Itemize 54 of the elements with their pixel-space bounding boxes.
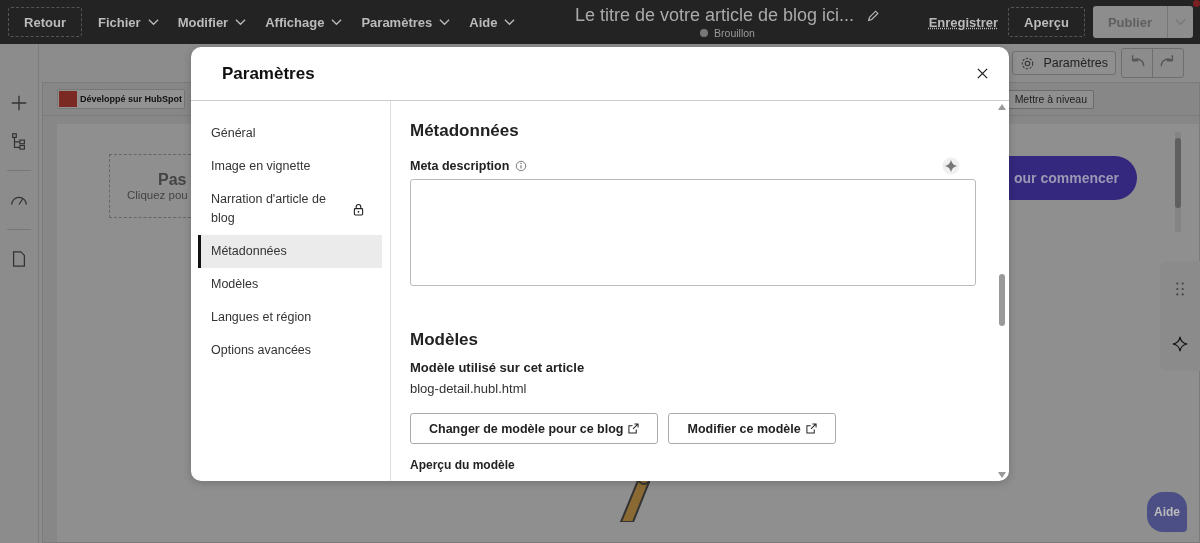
external-link-button[interactable]: Modifier ce modèle	[668, 413, 836, 444]
settings-nav-item[interactable]: Options avancées	[198, 334, 382, 367]
close-icon[interactable]	[976, 67, 989, 80]
settings-nav-item[interactable]: Général	[198, 117, 382, 150]
settings-nav-item[interactable]: Langues et région	[198, 301, 382, 334]
external-link-icon	[628, 423, 640, 434]
placeholder-title: Pas	[158, 171, 187, 189]
dialog-title: Paramètres	[222, 63, 315, 84]
pencil-icon[interactable]	[866, 8, 881, 23]
placeholder-text: Cliquez pou	[127, 189, 188, 201]
plus-icon[interactable]	[10, 94, 28, 112]
status-dot-icon	[700, 29, 709, 37]
sparkle-icon[interactable]	[942, 157, 960, 175]
info-icon[interactable]	[515, 160, 528, 172]
menu-item[interactable]: Modifier	[169, 14, 255, 30]
article-title[interactable]: Le titre de votre article de blog ici...	[574, 5, 855, 26]
chevron-icon	[439, 18, 451, 26]
settings-nav-item[interactable]: Métadonnées	[198, 235, 382, 268]
settings-nav-item[interactable]: Modèles	[198, 268, 382, 301]
logo-icon	[59, 91, 77, 107]
chevron-icon	[147, 18, 159, 26]
template-file-name: blog-detail.hubl.html	[410, 381, 528, 396]
chevron-icon	[504, 18, 516, 26]
settings-nav-item[interactable]: Image en vignette	[198, 150, 382, 183]
settings-nav-item[interactable]: Narration d'article de blog	[198, 183, 382, 235]
template-preview-label: Aperçu du modèle	[410, 458, 516, 472]
hubspot-badge[interactable]: Développé sur HubSpot	[57, 89, 185, 109]
meta-description-field[interactable]	[410, 179, 976, 286]
section-heading: Modèles	[410, 330, 480, 350]
chevron-icon	[235, 18, 247, 26]
gear-icon	[1020, 55, 1036, 71]
external-link-button[interactable]: Changer de modèle pour ce blog	[410, 413, 659, 444]
template-label: Modèle utilisé sur cet article	[410, 360, 586, 375]
sparkle-icon[interactable]	[1171, 334, 1189, 353]
help-button[interactable]: Aide	[1147, 492, 1187, 532]
settings-button[interactable]: Paramètres	[1012, 51, 1116, 75]
external-link-icon	[805, 423, 817, 434]
menu-item[interactable]: Fichier	[90, 14, 167, 30]
tree-icon[interactable]	[10, 132, 28, 150]
chevron-icon	[331, 18, 343, 26]
menu-item[interactable]: Aide	[461, 14, 524, 30]
save-link[interactable]: Enregistrer	[928, 14, 998, 30]
field-label: Meta description	[410, 159, 510, 173]
menu-item[interactable]: Paramètres	[353, 14, 459, 30]
preview-button[interactable]: Aperçu	[1008, 7, 1085, 37]
scrollbar[interactable]	[1175, 132, 1181, 232]
cta-button[interactable]: our commencer	[1008, 156, 1138, 200]
section-heading: Métadonnées	[410, 121, 520, 141]
back-button[interactable]: Retour	[8, 7, 82, 37]
page-icon[interactable]	[10, 250, 28, 268]
upgrade-button[interactable]: Mettre à niveau	[1007, 89, 1094, 109]
notification-badge-icon	[1193, 0, 1200, 7]
menu-item[interactable]: Affichage	[257, 14, 351, 30]
status-label: Brouillon	[714, 27, 755, 39]
